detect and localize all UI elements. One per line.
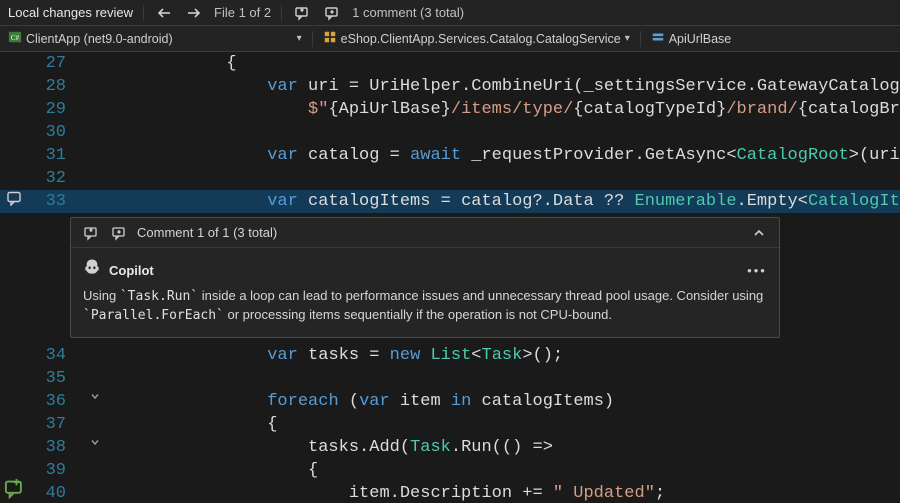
file-counter: File 1 of 2	[214, 5, 271, 20]
code-line: 35	[0, 367, 900, 390]
code-line: 34 var tasks = new List<Task>();	[0, 344, 900, 367]
svg-text:C#: C#	[11, 34, 20, 42]
breadcrumb-member[interactable]: ApiUrlBase	[647, 28, 736, 50]
code-line: 30	[0, 121, 900, 144]
fold-toggle[interactable]	[86, 436, 104, 448]
code-line: 39 {	[0, 459, 900, 482]
class-icon	[323, 30, 337, 47]
comment-panel-body: Copilot ••• Using `Task.Run` inside a lo…	[71, 248, 779, 337]
line-number: 39	[28, 459, 76, 482]
breadcrumb-bar: C# ClientApp (net9.0-android) ▾ eShop.Cl…	[0, 26, 900, 52]
line-number: 32	[28, 167, 76, 190]
chevron-down-icon: ▾	[625, 33, 630, 44]
line-number: 40	[28, 482, 76, 503]
review-toolbar: Local changes review File 1 of 2 1 comme…	[0, 0, 900, 26]
separator	[312, 31, 313, 47]
line-number: 27	[28, 52, 76, 75]
copilot-icon	[83, 258, 101, 283]
inline-comment-container: Comment 1 of 1 (3 total) Copilot ••• Usi…	[0, 213, 900, 344]
line-comment-glyph[interactable]	[0, 190, 28, 206]
line-number: 29	[28, 98, 76, 121]
prev-comment-button[interactable]	[81, 223, 101, 243]
comment-more-button[interactable]: •••	[747, 261, 767, 281]
code-line: 37 {	[0, 413, 900, 436]
code-line: 32	[0, 167, 900, 190]
line-number: 37	[28, 413, 76, 436]
next-file-button[interactable]	[184, 3, 204, 23]
code-line: 40 item.Description += " Updated";	[0, 482, 900, 503]
chevron-down-icon: ▾	[297, 33, 302, 44]
comment-author: Copilot	[109, 259, 154, 282]
breadcrumb-project[interactable]: C# ClientApp (net9.0-android) ▾	[4, 28, 306, 50]
separator	[143, 5, 144, 21]
prev-file-button[interactable]	[154, 3, 174, 23]
fold-toggle[interactable]	[86, 390, 104, 402]
next-comment-button[interactable]	[109, 223, 129, 243]
review-title: Local changes review	[8, 5, 133, 20]
prev-comment-button[interactable]	[292, 3, 312, 23]
code-line-active: 33 var catalogItems = catalog?.Data ?? E…	[0, 190, 900, 213]
separator	[281, 5, 282, 21]
line-number: 30	[28, 121, 76, 144]
next-comment-button[interactable]	[322, 3, 342, 23]
csharp-project-icon: C#	[8, 30, 22, 47]
line-number: 34	[28, 344, 76, 367]
add-comment-button[interactable]	[4, 479, 24, 499]
line-number: 35	[28, 367, 76, 390]
code-line: 31 var catalog = await _requestProvider.…	[0, 144, 900, 167]
separator	[640, 31, 641, 47]
code-editor[interactable]: 27 { 28 var uri = UriHelper.CombineUri(_…	[0, 52, 900, 503]
line-number: 33	[28, 190, 76, 213]
code-line: 36 foreach (var item in catalogItems)	[0, 390, 900, 413]
comment-panel-header: Comment 1 of 1 (3 total)	[71, 218, 779, 248]
breadcrumb-type[interactable]: eShop.ClientApp.Services.Catalog.Catalog…	[319, 28, 634, 50]
comment-panel: Comment 1 of 1 (3 total) Copilot ••• Usi…	[70, 217, 780, 338]
code-line: 29 $"{ApiUrlBase}/items/type/{catalogTyp…	[0, 98, 900, 121]
code-line: 38 tasks.Add(Task.Run(() =>	[0, 436, 900, 459]
field-icon	[651, 30, 665, 47]
line-number: 28	[28, 75, 76, 98]
comment-counter: 1 comment (3 total)	[352, 5, 464, 20]
code-line: 28 var uri = UriHelper.CombineUri(_setti…	[0, 75, 900, 98]
line-number: 38	[28, 436, 76, 459]
line-number: 31	[28, 144, 76, 167]
collapse-panel-button[interactable]	[749, 223, 769, 243]
code-line: 27 {	[0, 52, 900, 75]
comment-position-label: Comment 1 of 1 (3 total)	[137, 221, 277, 244]
comment-text: Using `Task.Run` inside a loop can lead …	[83, 287, 767, 325]
line-number: 36	[28, 390, 76, 413]
